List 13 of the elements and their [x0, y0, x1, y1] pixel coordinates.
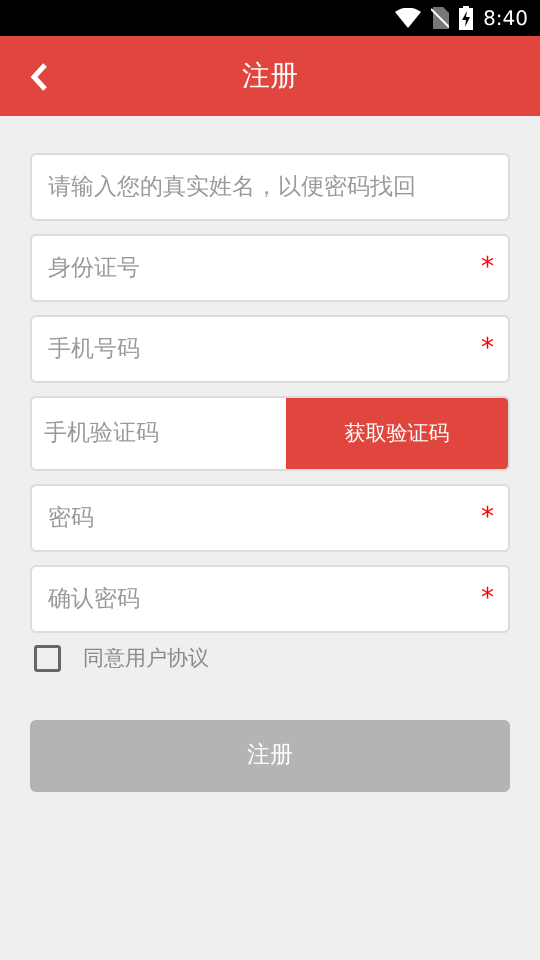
agreement-checkbox[interactable]: [34, 645, 61, 672]
required-mark: *: [481, 335, 494, 361]
page-title: 注册: [242, 58, 298, 94]
back-icon: [29, 62, 49, 92]
wifi-icon: [395, 8, 422, 28]
battery-charging-icon: [459, 6, 474, 30]
no-sim-icon: [431, 7, 450, 29]
required-mark: *: [481, 504, 494, 530]
required-mark: *: [481, 254, 494, 280]
required-mark: *: [481, 585, 494, 611]
agreement-label: 同意用户协议: [83, 645, 209, 672]
status-time: 8:40: [483, 5, 528, 32]
input-field[interactable]: 请输入您的真实姓名，以便密码找回: [30, 153, 510, 221]
